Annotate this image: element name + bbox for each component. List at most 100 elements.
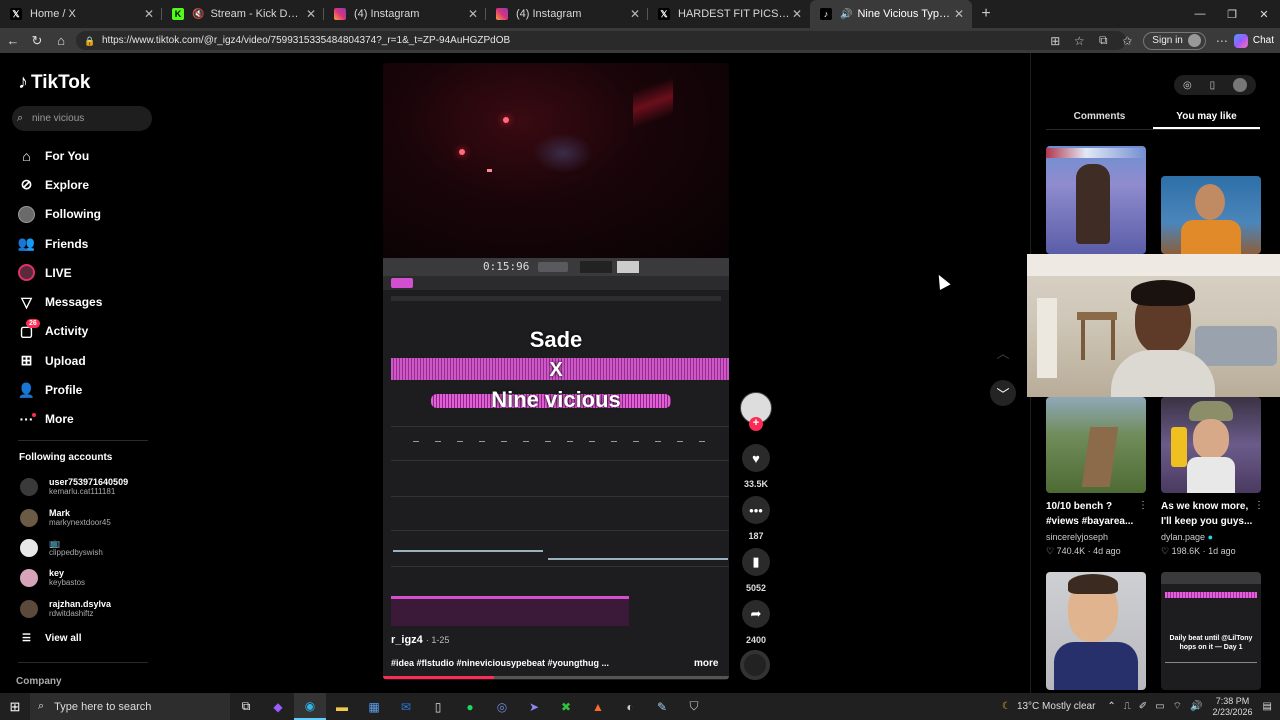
pen-icon[interactable]: ✐ xyxy=(1139,701,1147,712)
close-tab-icon[interactable]: ✕ xyxy=(304,7,318,21)
extensions-icon[interactable]: ⧉ xyxy=(1091,29,1115,53)
windows-start-icon[interactable]: ⊞ xyxy=(0,693,30,720)
video-player[interactable]: 0:15:96 Sade X Nine vicious r_igz4 · 1-2… xyxy=(383,63,729,680)
browser-tab[interactable]: 𝕏 Home / X ✕ xyxy=(0,0,162,28)
video-author[interactable]: r_igz4 xyxy=(391,634,423,646)
shield-icon[interactable]: ⛉ xyxy=(678,693,710,720)
phone-icon[interactable]: ▯ xyxy=(1210,80,1216,91)
comment-button[interactable]: ••• xyxy=(742,496,770,524)
save-button[interactable]: ▮ xyxy=(742,548,770,576)
video-thumbnail[interactable] xyxy=(1161,397,1261,493)
restore-icon[interactable]: ❐ xyxy=(1216,0,1248,28)
url-field[interactable]: 🔒 https://www.tiktok.com/@r_igz4/video/7… xyxy=(76,31,1126,50)
system-clock[interactable]: 7:38 PM 2/23/2026 xyxy=(1213,696,1253,718)
follow-plus-icon[interactable]: + xyxy=(749,417,763,431)
music-disc-icon[interactable] xyxy=(740,650,770,680)
more-options-icon[interactable]: ⋮ xyxy=(1254,500,1264,511)
tab-you-may-like[interactable]: You may like xyxy=(1153,108,1260,129)
discord-icon[interactable]: ◎ xyxy=(486,693,518,720)
card-caption[interactable]: As we know more, I'll keep you guys... xyxy=(1161,499,1261,529)
store-icon[interactable]: ▦ xyxy=(358,693,390,720)
sidebar-item-live[interactable]: LIVE xyxy=(18,258,168,287)
xbox-icon[interactable]: ✖ xyxy=(550,693,582,720)
favorite-star-icon[interactable]: ☆ xyxy=(1067,29,1091,53)
tiktok-logo[interactable]: ♪ TikTok xyxy=(18,71,90,94)
browser-tab[interactable]: 𝕏 HARDEST FIT PICS on X: "Supreme ✕ xyxy=(648,0,810,28)
close-tab-icon[interactable]: ✕ xyxy=(790,7,804,21)
company-link[interactable]: Company xyxy=(16,676,62,687)
video-thumbnail[interactable] xyxy=(1046,146,1146,254)
favorites-icon[interactable]: ✩ xyxy=(1115,29,1139,53)
video-author-line[interactable]: r_igz4 · 1-25 xyxy=(391,634,449,646)
card-user-line[interactable]: dylan.page ● xyxy=(1161,532,1213,542)
share-button[interactable]: ➦ xyxy=(742,600,770,628)
file-explorer-icon[interactable]: ▬ xyxy=(326,693,358,720)
following-account[interactable]: 📺 clippedbyswish xyxy=(20,536,160,560)
app-icon[interactable]: ➤ xyxy=(518,693,550,720)
chevron-up-icon[interactable]: ︿ xyxy=(990,339,1016,365)
tab-comments[interactable]: Comments xyxy=(1046,108,1153,129)
sidebar-item-for-you[interactable]: ⌂ For You xyxy=(18,141,168,170)
browser-tab[interactable]: K 🔇 Stream - Kick Dashboard ✕ xyxy=(162,0,324,28)
taskbar-search[interactable]: ⌕ Type here to search xyxy=(30,693,230,720)
volume-icon[interactable]: 🔊 xyxy=(1190,701,1202,712)
card-caption[interactable]: 10/10 bench ? #views #bayarea... xyxy=(1046,499,1146,529)
close-window-icon[interactable]: ✕ xyxy=(1248,0,1280,28)
avatar-icon[interactable] xyxy=(1233,78,1248,92)
minimize-icon[interactable]: — xyxy=(1184,0,1216,28)
card-username[interactable]: sincerelyjoseph xyxy=(1046,532,1108,542)
video-hashtags[interactable]: #idea #flstudio #nineviciousypebeat #you… xyxy=(391,658,609,668)
speaker-icon[interactable]: 🔊 xyxy=(840,9,852,20)
copilot-chat-button[interactable]: Chat xyxy=(1233,33,1274,48)
sidebar-item-messages[interactable]: ▽ Messages xyxy=(18,287,168,316)
spotify-icon[interactable]: ● xyxy=(454,693,486,720)
lock-icon[interactable]: 🔒 xyxy=(84,36,95,46)
new-tab-button[interactable]: + xyxy=(972,0,1000,28)
video-thumbnail[interactable] xyxy=(1161,176,1261,254)
following-account[interactable]: user753971640509 kemarlu.cat111181 xyxy=(20,475,160,499)
document-icon[interactable]: ▯ xyxy=(422,693,454,720)
home-icon[interactable]: ⌂ xyxy=(49,29,73,53)
battery-icon[interactable]: ▭ xyxy=(1155,701,1164,712)
menu-dots-icon[interactable]: ⋯ xyxy=(1210,29,1234,53)
following-account[interactable]: key keybastos xyxy=(20,566,160,590)
notifications-icon[interactable]: ▤ xyxy=(1263,701,1272,712)
sidebar-item-more[interactable]: ··· More xyxy=(18,405,168,434)
sidebar-item-explore[interactable]: ⊘ Explore xyxy=(18,170,168,199)
sidebar-item-activity[interactable]: ▢ 26 Activity xyxy=(18,317,168,346)
close-tab-icon[interactable]: ✕ xyxy=(466,7,480,21)
like-button[interactable]: ♥ xyxy=(742,444,770,472)
sidebar-item-friends[interactable]: 👥 Friends xyxy=(18,229,168,258)
copilot-app-icon[interactable]: ◆ xyxy=(262,693,294,720)
browser-tab[interactable]: (4) Instagram ✕ xyxy=(324,0,486,28)
notepad-icon[interactable]: ✎ xyxy=(646,693,678,720)
close-tab-icon[interactable]: ✕ xyxy=(142,7,156,21)
sign-in-button[interactable]: Sign in xyxy=(1143,31,1206,50)
obs-icon[interactable]: ◐ xyxy=(614,693,646,720)
sidebar-item-profile[interactable]: 👤 Profile xyxy=(18,375,168,404)
chevron-down-icon[interactable]: ﹀ xyxy=(990,380,1016,406)
video-thumbnail[interactable] xyxy=(1046,397,1146,493)
outlook-icon[interactable]: ✉ xyxy=(390,693,422,720)
video-thumbnail[interactable]: Daily beat until @LilTony hops on it — D… xyxy=(1161,572,1261,690)
brave-icon[interactable]: ▲ xyxy=(582,693,614,720)
video-thumbnail[interactable] xyxy=(1046,572,1146,690)
view-all-link[interactable]: ☰ View all xyxy=(22,633,81,644)
close-tab-icon[interactable]: ✕ xyxy=(628,7,642,21)
following-account[interactable]: rajzhan.dsylva rdwitdashiftz xyxy=(20,597,160,621)
browser-tab-active[interactable]: ♪ 🔊 Nine Vicious Type Beat Collab ✕ xyxy=(810,0,972,28)
network-icon[interactable]: ⎍ xyxy=(1124,701,1131,712)
compass-icon[interactable]: ◎ xyxy=(1183,80,1192,91)
back-icon[interactable]: ← xyxy=(1,29,25,53)
browser-tab[interactable]: (4) Instagram ✕ xyxy=(486,0,648,28)
video-progress-bar[interactable] xyxy=(383,676,729,679)
close-tab-icon[interactable]: ✕ xyxy=(952,7,966,21)
app-available-icon[interactable]: ⊞ xyxy=(1043,29,1067,53)
wifi-icon[interactable]: ⌔ xyxy=(1173,700,1182,713)
more-options-icon[interactable]: ⋮ xyxy=(1138,500,1148,511)
sidebar-item-upload[interactable]: ⊞ Upload xyxy=(18,346,168,375)
more-button[interactable]: more xyxy=(694,658,718,669)
following-account[interactable]: Mark markynextdoor45 xyxy=(20,506,160,530)
sidebar-item-following[interactable]: Following xyxy=(18,200,168,229)
refresh-icon[interactable]: ↻ xyxy=(25,29,49,53)
